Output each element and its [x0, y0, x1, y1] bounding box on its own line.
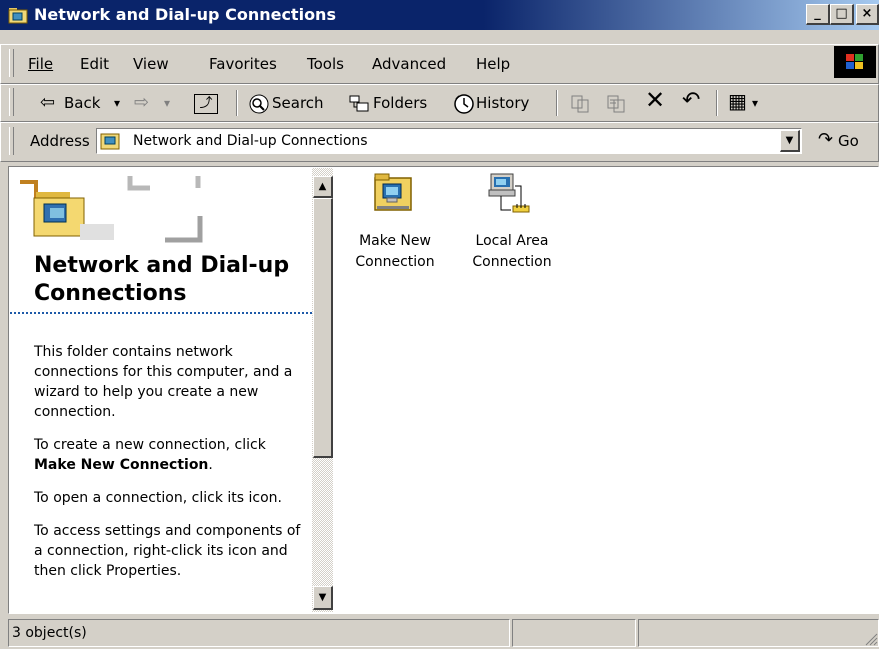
- close-button[interactable]: ×: [856, 4, 879, 25]
- address-dropdown-button[interactable]: ▼: [780, 130, 800, 152]
- toolbar-separator: [716, 90, 718, 116]
- address-bar-grip: [9, 127, 14, 155]
- title-bar[interactable]: Network and Dial-up Connections _ □ ×: [0, 0, 879, 30]
- menu-view[interactable]: View: [133, 54, 169, 74]
- toolbar-separator: [556, 90, 558, 116]
- make-new-connection-label-2: Connection: [355, 254, 435, 270]
- menu-favorites[interactable]: Favorites: [209, 54, 277, 74]
- windows-flag-icon: [846, 54, 863, 69]
- copy-to-icon[interactable]: [606, 94, 628, 114]
- toolbar-grip: [9, 88, 14, 116]
- menu-advanced[interactable]: Advanced: [372, 54, 446, 74]
- menu-tools[interactable]: Tools: [307, 54, 344, 74]
- undo-icon[interactable]: ↶: [682, 90, 700, 112]
- back-dropdown-icon[interactable]: ▾: [114, 92, 120, 114]
- address-value: Network and Dial-up Connections: [133, 133, 368, 149]
- network-folder-watermark-icon: [20, 176, 203, 243]
- panel-description: This folder contains network connections…: [34, 342, 312, 594]
- panel-text-create: To create a new connection, click Make N…: [34, 435, 312, 475]
- network-folder-icon: [8, 8, 28, 24]
- menu-edit[interactable]: Edit: [80, 54, 109, 74]
- menu-bar-grip: [9, 49, 14, 77]
- chevron-down-icon: ▼: [318, 592, 327, 603]
- up-folder-icon[interactable]: ⤴: [194, 94, 218, 114]
- make-new-connection-link[interactable]: Make New Connection: [34, 457, 208, 473]
- panel-text-settings: To access settings and components of a c…: [34, 523, 301, 579]
- standard-toolbar: [0, 84, 879, 122]
- search-button[interactable]: Search: [272, 92, 324, 114]
- search-icon[interactable]: [248, 93, 270, 115]
- status-bar-pane-1: 3 object(s): [8, 619, 510, 647]
- history-button[interactable]: History: [476, 92, 529, 114]
- forward-dropdown-icon[interactable]: ▾: [164, 92, 170, 114]
- create-text-end: .: [208, 457, 213, 473]
- local-area-connection-label-1: Local Area: [475, 233, 549, 249]
- make-new-connection-label-1: Make New: [359, 233, 431, 249]
- move-to-icon[interactable]: [570, 94, 592, 114]
- minimize-button[interactable]: _: [806, 4, 830, 25]
- toolbar-separator: [236, 90, 238, 116]
- make-new-connection-item[interactable]: Make New Connection: [340, 170, 450, 280]
- window-title: Network and Dial-up Connections: [34, 5, 336, 24]
- address-label: Address: [30, 132, 90, 150]
- info-panel-scrollbar[interactable]: ▲ ▼: [312, 168, 333, 612]
- panel-text-intro: This folder contains network connections…: [34, 344, 293, 420]
- local-area-connection-icon: [488, 173, 530, 213]
- folders-icon[interactable]: [348, 94, 370, 114]
- status-bar-pane-2: [512, 619, 636, 647]
- panel-heading: Network and Dial-up Connections: [34, 253, 290, 306]
- address-field[interactable]: Network and Dial-up Connections: [96, 128, 802, 154]
- menu-file[interactable]: File: [28, 54, 53, 74]
- make-new-connection-icon: [374, 173, 412, 211]
- info-panel: Network and Dial-up Connections This fol…: [10, 168, 312, 612]
- views-dropdown-icon[interactable]: ▾: [752, 92, 758, 114]
- local-area-connection-label-2: Connection: [472, 254, 552, 270]
- back-arrow-icon[interactable]: ⇦: [40, 92, 55, 114]
- go-button[interactable]: Go: [838, 131, 859, 151]
- scroll-up-button[interactable]: ▲: [313, 176, 333, 198]
- scroll-down-button[interactable]: ▼: [313, 586, 333, 610]
- history-icon[interactable]: [453, 93, 475, 115]
- folders-button[interactable]: Folders: [373, 92, 427, 114]
- go-arrow-icon[interactable]: ↷: [818, 129, 833, 151]
- panel-text-open: To open a connection, click its icon.: [34, 490, 282, 506]
- forward-arrow-icon[interactable]: ⇨: [134, 92, 149, 114]
- chevron-down-icon: ▼: [785, 135, 794, 146]
- menu-help[interactable]: Help: [476, 54, 510, 74]
- status-bar-pane-3: [638, 619, 879, 647]
- local-area-connection-item[interactable]: Local Area Connection: [457, 170, 567, 280]
- maximize-button[interactable]: □: [830, 4, 854, 25]
- delete-icon[interactable]: ✕: [645, 88, 665, 112]
- chevron-up-icon: ▲: [318, 181, 327, 192]
- network-connections-icon: [100, 133, 120, 150]
- status-text: 3 object(s): [12, 625, 87, 641]
- back-button[interactable]: Back: [64, 92, 100, 114]
- create-text: To create a new connection, click: [34, 437, 266, 453]
- views-icon[interactable]: ▦: [728, 90, 747, 112]
- resize-grip-icon[interactable]: [864, 632, 878, 646]
- windows-logo: [834, 46, 876, 78]
- scroll-thumb[interactable]: [313, 198, 333, 458]
- heading-rule: [10, 312, 312, 314]
